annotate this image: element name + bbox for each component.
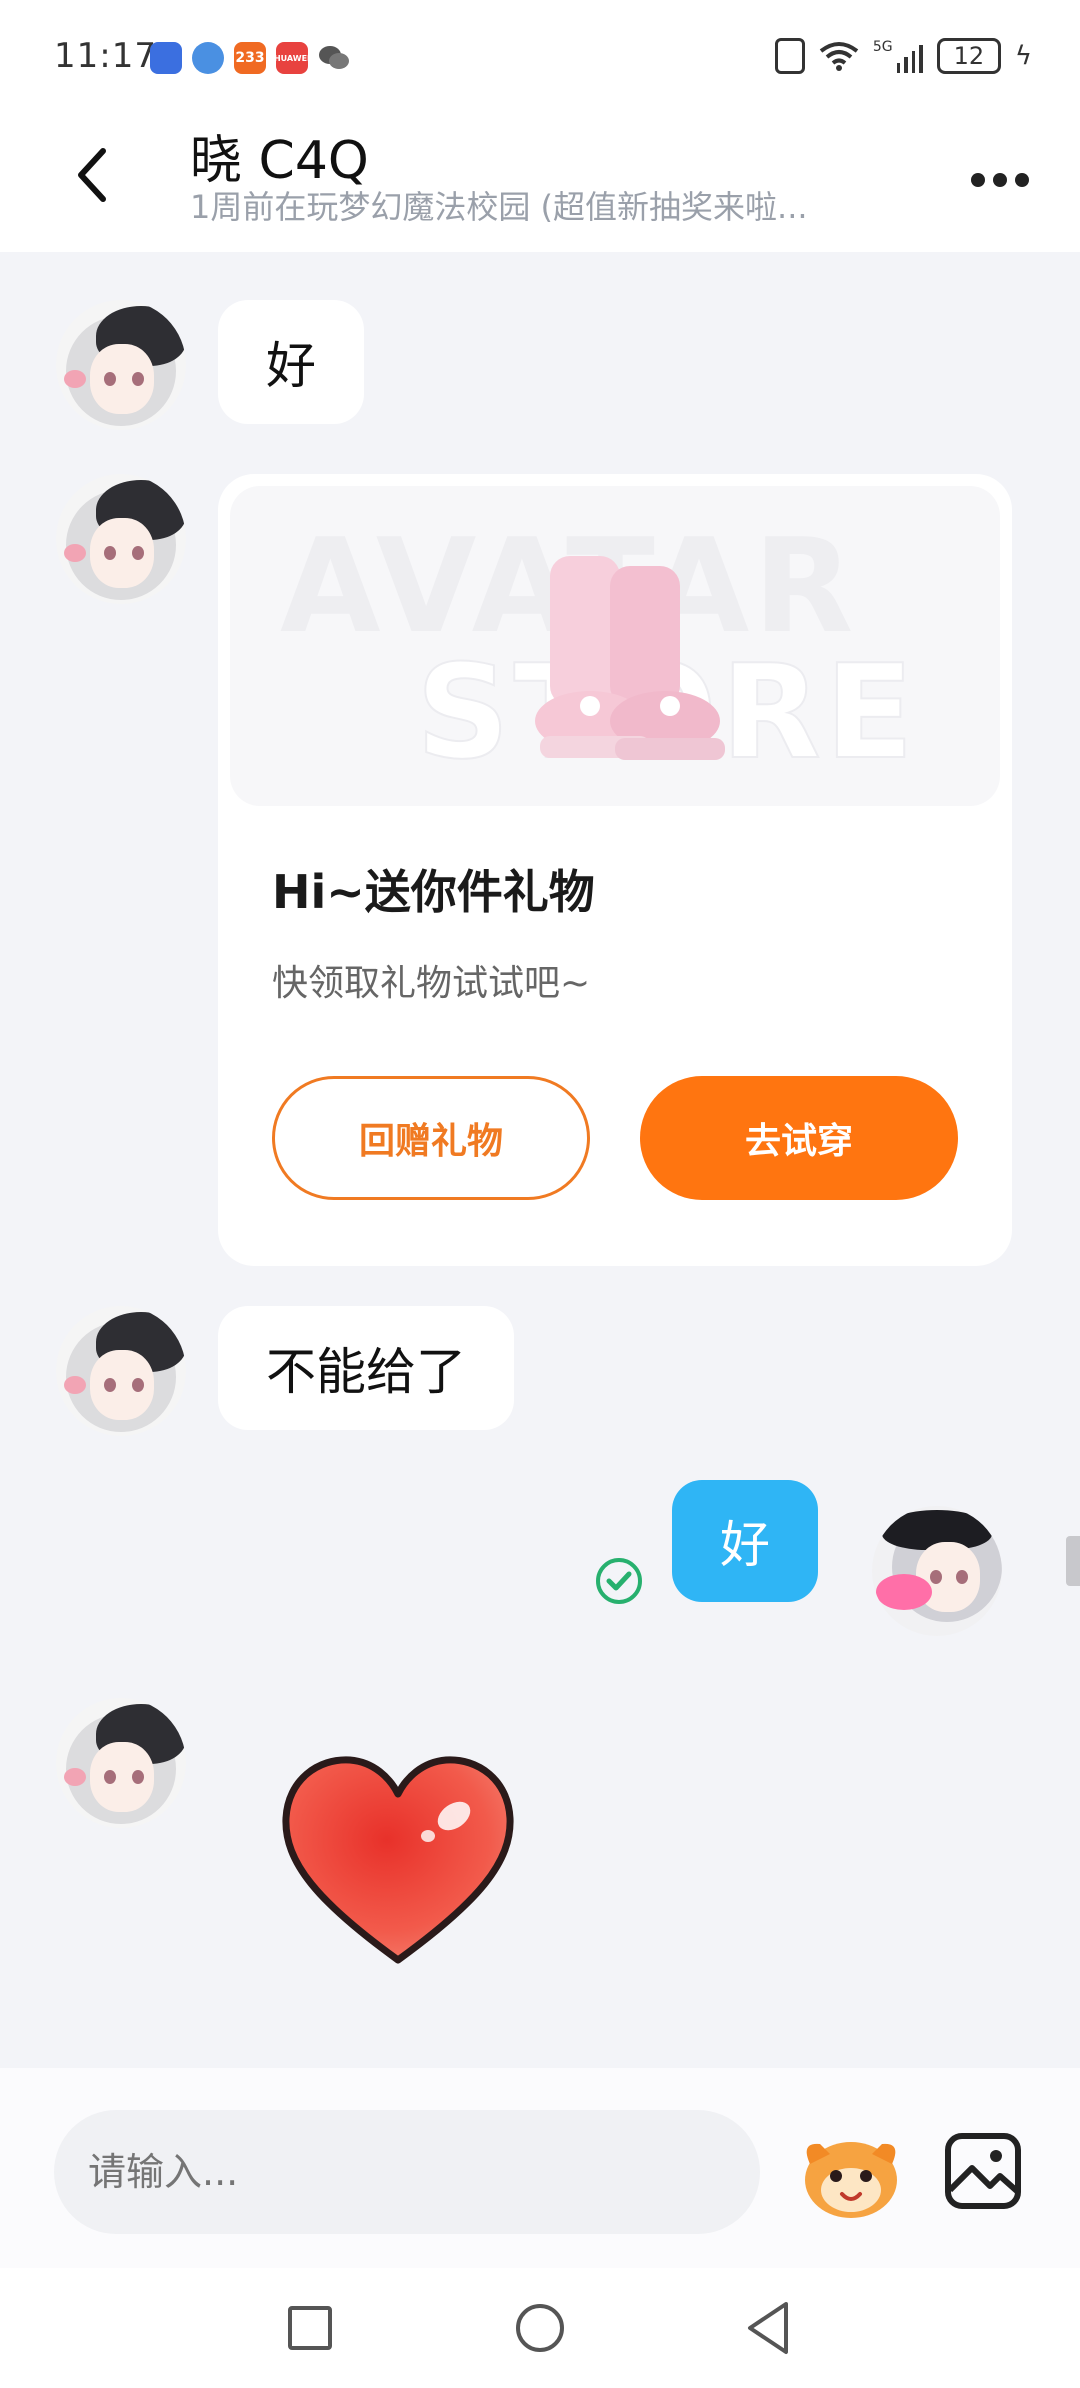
signal-icon: 5G (873, 39, 923, 73)
browser-app-icon (192, 42, 224, 74)
wifi-icon (819, 41, 859, 71)
more-options-button[interactable] (960, 150, 1040, 210)
system-back-button[interactable] (744, 2300, 794, 2356)
status-right: 5G 12 ϟ (774, 38, 1032, 74)
message-bubble[interactable]: 好 (218, 300, 364, 424)
status-app-icons: 233 HUAWEI (150, 42, 350, 74)
chat-subtitle: 1周前在玩梦幻魔法校园 (超值新抽奖来啦... (190, 188, 808, 226)
message-input[interactable] (54, 2110, 760, 2234)
back-button[interactable] (58, 130, 128, 220)
return-gift-button[interactable]: 回赠礼物 (272, 1076, 590, 1200)
huawei-app-icon: HUAWEI (274, 42, 310, 74)
heart-sticker-icon[interactable] (278, 1752, 518, 1972)
contact-avatar[interactable] (56, 1306, 186, 1436)
boots-icon (535, 556, 725, 760)
contact-avatar[interactable] (56, 474, 186, 604)
message-text: 好 (266, 337, 316, 395)
emoji-sticker-button[interactable] (796, 2124, 906, 2224)
wechat-icon (318, 42, 350, 74)
contact-avatar[interactable] (56, 300, 186, 430)
message-text: 好 (720, 1516, 770, 1574)
chevron-left-icon (78, 148, 106, 202)
read-check-icon (596, 1558, 642, 1604)
scrollbar[interactable] (1066, 1536, 1080, 1586)
gift-description: 快领取礼物试试吧~ (272, 963, 591, 1004)
try-on-button[interactable]: 去试穿 (640, 1076, 958, 1200)
home-button[interactable] (516, 2304, 564, 2352)
image-picker-button[interactable] (942, 2130, 1024, 2212)
chat-header: 晓 C4Q 1周前在玩梦幻魔法校园 (超值新抽奖来啦... (0, 110, 1080, 252)
charging-icon: ϟ (1014, 41, 1032, 71)
my-avatar[interactable] (872, 1506, 1002, 1636)
233-app-icon: 233 (234, 42, 266, 74)
more-dot-icon (993, 173, 1007, 187)
vibrate-icon (774, 38, 805, 74)
more-dot-icon (1015, 173, 1029, 187)
gift-card[interactable]: AVATAR STORE Hi~送你件礼物 快领取礼物试试吧~ 回赠礼物 去试穿 (218, 474, 1012, 1266)
doc-app-icon (150, 42, 182, 74)
more-dot-icon (971, 173, 985, 187)
status-bar: 11:17 233 HUAWEI 5G 12 ϟ (0, 0, 1080, 110)
recents-button[interactable] (288, 2306, 332, 2350)
gift-image: AVATAR STORE (230, 486, 1000, 806)
contact-avatar[interactable] (56, 1698, 186, 1828)
my-message-bubble[interactable]: 好 (672, 1480, 818, 1602)
system-navigation-bar (0, 2268, 1080, 2388)
status-time: 11:17 (54, 36, 157, 76)
network-type-label: 5G (872, 39, 893, 55)
message-text: 不能给了 (266, 1343, 466, 1401)
input-bar (0, 2068, 1080, 2268)
gift-title: Hi~送你件礼物 (272, 865, 595, 919)
message-bubble[interactable]: 不能给了 (218, 1306, 514, 1430)
battery-indicator: 12 (936, 38, 1001, 74)
